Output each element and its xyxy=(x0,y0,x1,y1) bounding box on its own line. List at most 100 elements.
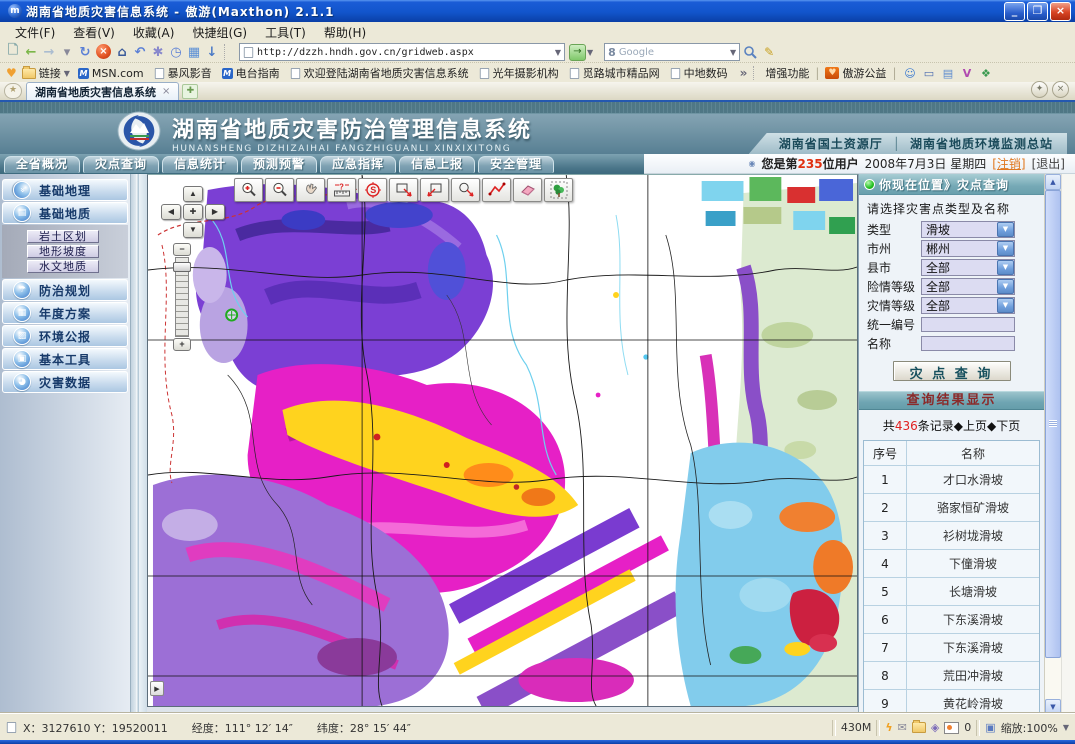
zoom-rect-tool[interactable] xyxy=(389,178,418,202)
refresh-button[interactable]: ↻ xyxy=(76,44,94,61)
pan-center-button[interactable]: ✚ xyxy=(183,204,203,220)
tabbar-settings-button[interactable]: ✦ xyxy=(1031,81,1048,98)
scroll-thumb[interactable] xyxy=(1045,190,1061,658)
close-button[interactable]: × xyxy=(1050,2,1071,21)
go-dropdown-icon[interactable]: ▼ xyxy=(587,48,593,57)
sidebar-item-4[interactable]: ▦年度方案 xyxy=(2,302,128,324)
menu-item-6[interactable]: 帮助(H) xyxy=(315,24,375,41)
logout-link[interactable]: [注销] xyxy=(992,155,1025,172)
link-groups-button[interactable]: ▦ xyxy=(185,44,203,61)
window-resize-icon[interactable]: ▣ xyxy=(985,721,995,734)
tab-active[interactable]: 湖南省地质灾害信息系统 × xyxy=(26,82,179,100)
panel-splitter[interactable] xyxy=(130,174,147,715)
measure-line-tool[interactable] xyxy=(482,178,511,202)
select-5[interactable]: 全部▼ xyxy=(921,297,1015,314)
sidebar-subitem-3[interactable]: 水文地质 xyxy=(27,260,99,273)
pan-right-button[interactable]: ▶ xyxy=(205,204,225,220)
link-item-7[interactable]: 中地数码 xyxy=(665,65,733,81)
minimize-button[interactable]: _ xyxy=(1004,2,1025,21)
links-dropdown-icon[interactable]: ▼ xyxy=(64,69,70,78)
favorites-star-button[interactable]: ★ xyxy=(4,83,22,99)
tab-close-icon[interactable]: × xyxy=(162,86,170,97)
nav-tab-6[interactable]: 信息上报 xyxy=(399,156,475,173)
menu-item-1[interactable]: 文件(F) xyxy=(6,24,64,41)
forward-button[interactable]: → xyxy=(40,44,58,61)
next-page-link[interactable]: ◆下页 xyxy=(987,419,1020,433)
nav-tab-7[interactable]: 安全管理 xyxy=(478,156,554,173)
sidebar-item-7[interactable]: ◕灾害数据 xyxy=(2,371,128,393)
result-row[interactable]: 5长塘滑坡 xyxy=(864,578,1039,606)
text-input-2[interactable] xyxy=(921,336,1015,351)
search-dropdown-icon[interactable]: ▼ xyxy=(730,48,736,57)
zoom-slider[interactable] xyxy=(175,257,189,337)
zoom-in-tool[interactable] xyxy=(234,178,263,202)
links-folder-icon[interactable] xyxy=(22,68,36,79)
address-url[interactable]: http://dzzh.hndh.gov.cn/gridweb.aspx xyxy=(257,47,552,58)
scroll-track[interactable] xyxy=(1045,658,1061,699)
sidebar-item-6[interactable]: ▣基本工具 xyxy=(2,348,128,370)
compass-tool[interactable]: S xyxy=(358,178,387,202)
result-name[interactable]: 才口水滑坡 xyxy=(907,471,1039,488)
nav-tab-4[interactable]: 预测预警 xyxy=(241,156,317,173)
select-3[interactable]: 全部▼ xyxy=(921,259,1015,276)
address-bar[interactable]: http://dzzh.hndh.gov.cn/gridweb.aspx ▼ xyxy=(239,43,565,61)
select-rect-tool[interactable] xyxy=(420,178,449,202)
new-tab-button[interactable]: 🗋 xyxy=(4,44,22,61)
chevron-down-icon[interactable]: ▼ xyxy=(997,241,1014,256)
zoom-out-button[interactable]: − xyxy=(173,243,191,256)
zoom-dropdown-icon[interactable]: ▼ xyxy=(1063,723,1069,732)
favorites-heart-icon[interactable]: ♥ xyxy=(6,66,17,80)
select-1[interactable]: 滑坡▼ xyxy=(921,221,1015,238)
result-row[interactable]: 3衫树垅滑坡 xyxy=(864,522,1039,550)
text-input-1[interactable] xyxy=(921,317,1015,332)
search-box[interactable]: 8 Google ▼ xyxy=(604,43,740,61)
link-item-1[interactable]: MMSN.com xyxy=(73,67,149,80)
menu-item-3[interactable]: 收藏(A) xyxy=(124,24,184,41)
nav-tab-1[interactable]: 全省概况 xyxy=(4,156,80,173)
zoom-slider-thumb[interactable] xyxy=(173,262,191,272)
charity-link[interactable]: 傲游公益 xyxy=(842,65,886,81)
result-name[interactable]: 骆家恒矿滑坡 xyxy=(907,499,1039,516)
sidebar-item-2[interactable]: ▤基础地质 xyxy=(2,202,128,224)
links-folder-label[interactable]: 链接 xyxy=(39,65,61,81)
zoom-in-button[interactable]: + xyxy=(173,338,191,351)
images-icon[interactable] xyxy=(944,722,959,734)
splitter-collapse-button[interactable]: ▶ xyxy=(150,681,164,696)
zoom-out-tool[interactable] xyxy=(265,178,294,202)
link-item-5[interactable]: 光年摄影机构 xyxy=(474,65,564,81)
link-item-2[interactable]: 暴风影音 xyxy=(149,65,217,81)
undo-button[interactable]: ↶ xyxy=(131,44,149,61)
pan-up-button[interactable]: ▲ xyxy=(183,186,203,202)
nav-tab-3[interactable]: 信息统计 xyxy=(162,156,238,173)
result-name[interactable]: 长塘滑坡 xyxy=(907,583,1039,600)
sidebar-item-3[interactable]: ☂防治规划 xyxy=(2,279,128,301)
chevron-down-icon[interactable]: ▼ xyxy=(997,279,1014,294)
select-2[interactable]: 郴州▼ xyxy=(921,240,1015,257)
new-tab-button[interactable]: ✚ xyxy=(182,84,198,99)
result-name[interactable]: 荒田冲滑坡 xyxy=(907,667,1039,684)
mail-icon[interactable]: ✉ xyxy=(898,721,907,734)
result-row[interactable]: 6下东溪滑坡 xyxy=(864,606,1039,634)
menu-item-5[interactable]: 工具(T) xyxy=(256,24,315,41)
result-name[interactable]: 下僮滑坡 xyxy=(907,555,1039,572)
page-scrollbar[interactable]: ▲ ▼ xyxy=(1044,174,1061,715)
tabbar-close-button[interactable]: × xyxy=(1052,81,1069,98)
result-name[interactable]: 下东溪滑坡 xyxy=(907,639,1039,656)
messenger-icon[interactable]: ☺ xyxy=(902,67,917,80)
link-item-6[interactable]: 觅路城市精品网 xyxy=(564,65,665,81)
sidebar-item-5[interactable]: ▨环境公报 xyxy=(2,325,128,347)
plugin-diamond-icon[interactable]: ◈ xyxy=(931,721,939,734)
pan-down-button[interactable]: ▼ xyxy=(183,222,203,238)
notes-icon[interactable]: ▤ xyxy=(940,67,955,80)
menu-item-2[interactable]: 查看(V) xyxy=(64,24,124,41)
scroll-up-button[interactable]: ▲ xyxy=(1045,174,1061,190)
home-button[interactable]: ⌂ xyxy=(113,44,131,61)
maxthon-vip-icon[interactable]: V xyxy=(959,67,974,80)
measure-distance-tool[interactable]: ? xyxy=(327,178,356,202)
geology-map[interactable] xyxy=(148,175,857,706)
search-button[interactable] xyxy=(741,44,759,60)
sidebar-subitem-2[interactable]: 地形坡度 xyxy=(27,245,99,258)
status-folder-icon[interactable] xyxy=(912,722,926,733)
select-4[interactable]: 全部▼ xyxy=(921,278,1015,295)
result-name[interactable]: 下东溪滑坡 xyxy=(907,611,1039,628)
